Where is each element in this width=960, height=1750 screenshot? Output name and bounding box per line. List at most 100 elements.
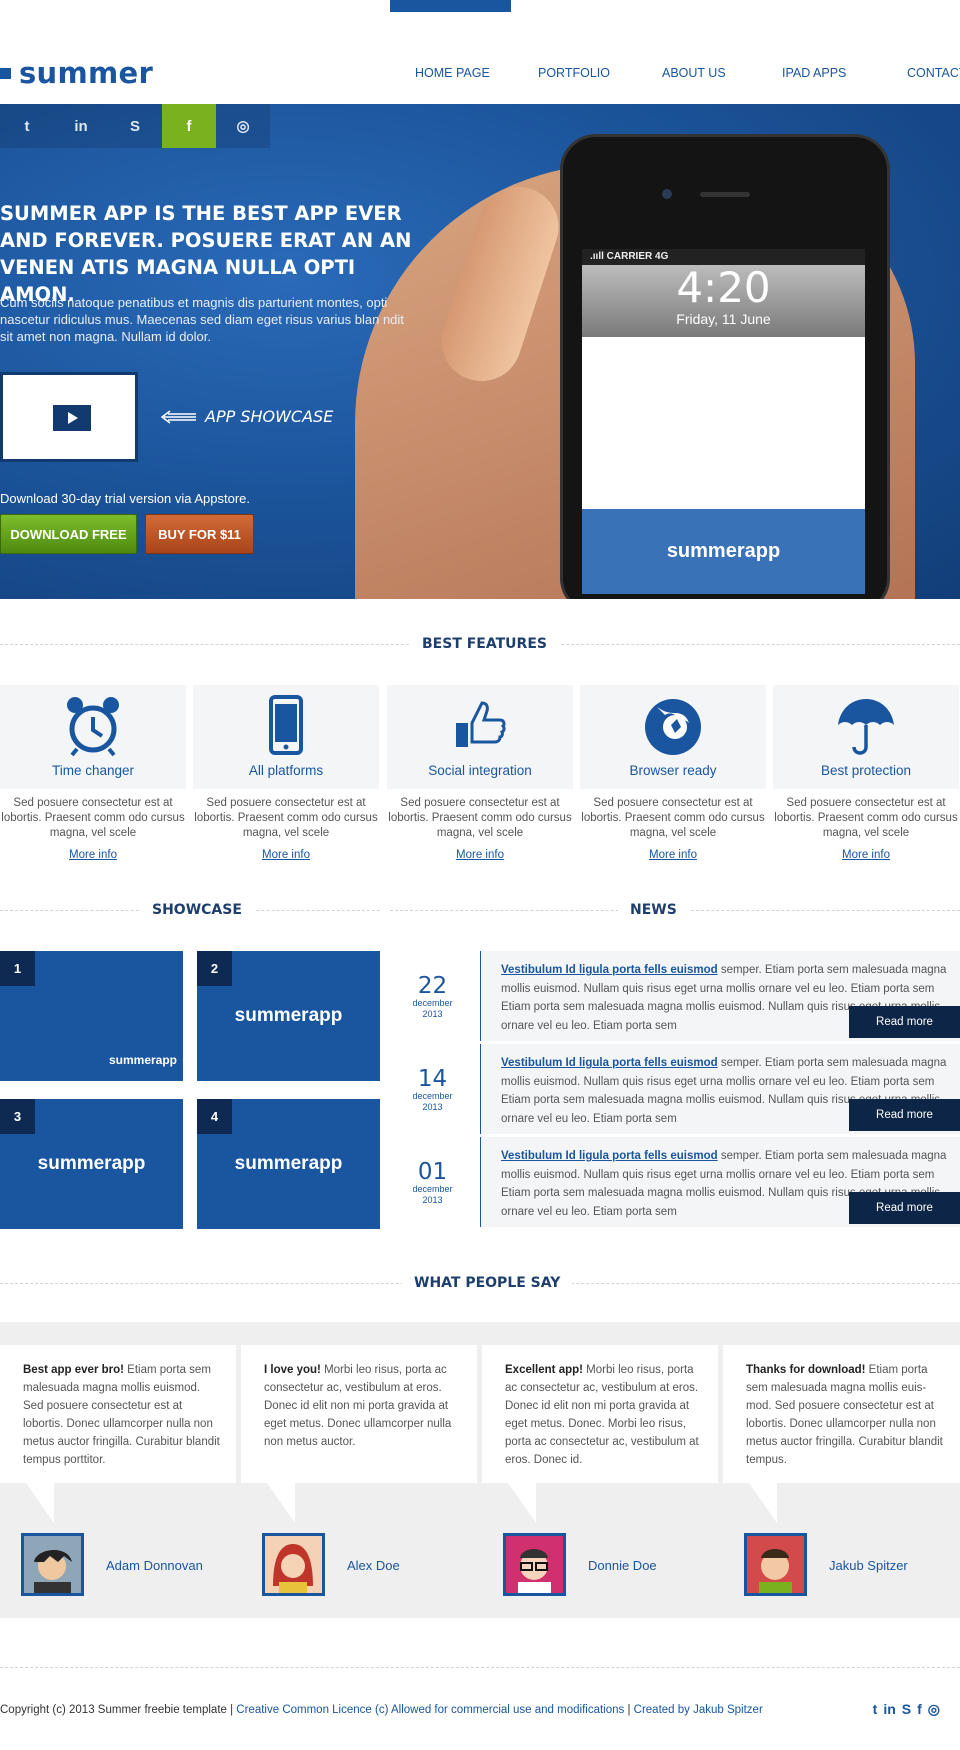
tile-number: 4 [197,1099,232,1134]
social-bar: t in S f ◎ [0,104,270,148]
read-more-button[interactable]: Read more [849,1006,960,1038]
news-date-month: december [412,998,453,1008]
facebook-icon[interactable]: f [162,104,216,148]
news-date-day: 01 [417,1159,448,1185]
phone-app-name: summerapp [582,509,865,594]
phone-lockscreen: 4:20 Friday, 11 June [582,265,865,337]
speech-notch [508,1483,536,1523]
more-info-link[interactable]: More info [193,849,379,861]
skype-icon[interactable]: S [108,104,162,148]
read-more-button[interactable]: Read more [849,1099,960,1131]
feature-title: Social integration [428,763,532,778]
nav-home[interactable]: HOME PAGE [415,66,490,80]
tile-label: summerapp [234,1005,343,1026]
news-date-day: 22 [417,973,448,999]
phone-date: Friday, 11 June [676,311,771,327]
feature-title: Time changer [51,763,135,778]
testimonial-author: Jakub Spitzer [829,1558,908,1573]
nav-about-us[interactable]: ABOUT US [662,66,726,80]
feature-description: Sed posuere consectetur est at lobortis.… [774,797,958,839]
footer-separator: | [624,1704,634,1716]
feature-title: Browser ready [629,763,717,778]
play-icon[interactable] [53,405,91,431]
app-showcase-label: APP SHOWCASE [205,407,334,426]
avatar-face-icon [24,1536,81,1593]
more-info-link[interactable]: More info [580,849,766,861]
showcase-tile[interactable]: 3 summerapp [0,1099,183,1229]
testimonial-card: Excellent app! Morbi leo risus, porta ac… [482,1345,718,1483]
logo-square-icon [0,67,11,79]
skype-icon[interactable]: S [902,1701,911,1718]
feature-description: Sed posuere consectetur est at lobortis.… [388,797,572,839]
nav-portfolio[interactable]: PORTFOLIO [538,66,610,80]
more-info-link[interactable]: More info [387,849,573,861]
speech-notch [26,1483,54,1523]
feature-card: Browser ready [580,685,766,789]
showcase-title: SHOWCASE [140,902,254,918]
phone-time: 4:20 [676,263,771,312]
testimonial-card: Best app ever bro! Etiam porta sem males… [0,1345,236,1483]
avatar [503,1533,566,1596]
more-info-link[interactable]: More info [773,849,959,861]
phone-speaker [700,192,750,197]
nav-contact[interactable]: CONTACT [907,66,960,80]
testimonial-body: Etiam porta sem malesuada magna mollis e… [23,1364,220,1466]
linkedin-icon[interactable]: in [883,1701,895,1718]
hero-headline: SUMMER APP IS THE BEST APP EVER AND FORE… [0,202,412,306]
phone-screen: .ııll CARRIER 4G 4:20 Friday, 11 June su… [582,249,865,594]
video-thumbnail[interactable] [0,372,138,462]
news-date-year: 2013 [422,1009,443,1019]
feature-title: Best protection [820,763,912,778]
news-date-day: 14 [417,1066,448,1092]
feature-description: Sed posuere consectetur est at lobortis.… [1,797,185,839]
news-headline-link[interactable]: Vestibulum Id ligula porta fells euismod [501,1150,718,1162]
testimonial-body: Morbi leo risus, porta ac consectetur ac… [505,1364,699,1466]
news-date-year: 2013 [422,1195,443,1205]
showcase-tile[interactable]: 4 summerapp [197,1099,380,1229]
showcase-tile[interactable]: 2 summerapp [197,951,380,1081]
dribbble-icon[interactable]: ◎ [928,1701,940,1718]
avatar [744,1533,807,1596]
download-free-button[interactable]: DOWNLOAD FREE [0,514,137,554]
footer-social-icons: t in S f ◎ [873,1701,940,1718]
divider [0,1667,960,1668]
testimonial-bold: Thanks for download! [746,1364,866,1376]
what-people-say-title: WHAT PEOPLE SAY [402,1275,573,1291]
twitter-icon[interactable]: t [0,104,54,148]
testimonial-body: Etiam porta sem malesuada magna mollis e… [746,1364,943,1466]
nav-ipad-apps[interactable]: IPAD APPS [782,66,846,80]
feature-title: All platforms [248,763,324,778]
dribbble-icon[interactable]: ◎ [216,104,270,148]
tile-number: 3 [0,1099,35,1134]
testimonial-card: Thanks for download! Etiam porta sem mal… [723,1345,960,1483]
avatar [262,1533,325,1596]
feature-card: All platforms [193,685,379,789]
linkedin-icon[interactable]: in [54,104,108,148]
avatar [21,1533,84,1596]
testimonial-author: Adam Donnovan [106,1558,203,1573]
news-date-month: december [412,1091,453,1101]
logo[interactable]: summer [0,55,153,91]
news-headline-link[interactable]: Vestibulum Id ligula porta fells euismod [501,1057,718,1069]
tile-number: 1 [0,951,35,986]
news-headline-link[interactable]: Vestibulum Id ligula porta fells euismod [501,964,718,976]
more-info-link[interactable]: More info [0,849,186,861]
news-date-month: december [412,1184,453,1194]
footer-licence-link[interactable]: Creative Common Licence (c) Allowed for … [236,1704,624,1716]
read-more-button[interactable]: Read more [849,1192,960,1224]
footer-separator: | [226,1704,237,1716]
buy-button[interactable]: BUY FOR $11 [145,514,254,554]
testimonial-bold: Excellent app! [505,1364,583,1376]
hero-description: Cum sociis natoque penatibus et magnis d… [0,295,404,344]
footer-copyright: Copyright (c) 2013 Summer freebie templa… [0,1704,227,1716]
speech-notch [267,1483,295,1523]
feature-card: Time changer [0,685,186,789]
news-item: Vestibulum Id ligula porta fells euismod… [480,1137,960,1227]
avatar-face-icon [747,1536,804,1593]
facebook-icon[interactable]: f [917,1701,922,1718]
twitter-icon[interactable]: t [873,1701,878,1718]
footer-author-link[interactable]: Created by Jakub Spitzer [634,1704,763,1716]
showcase-tile[interactable]: 1 summerapp [0,951,183,1081]
tile-number: 2 [197,951,232,986]
arrow-left-icon [160,410,196,424]
